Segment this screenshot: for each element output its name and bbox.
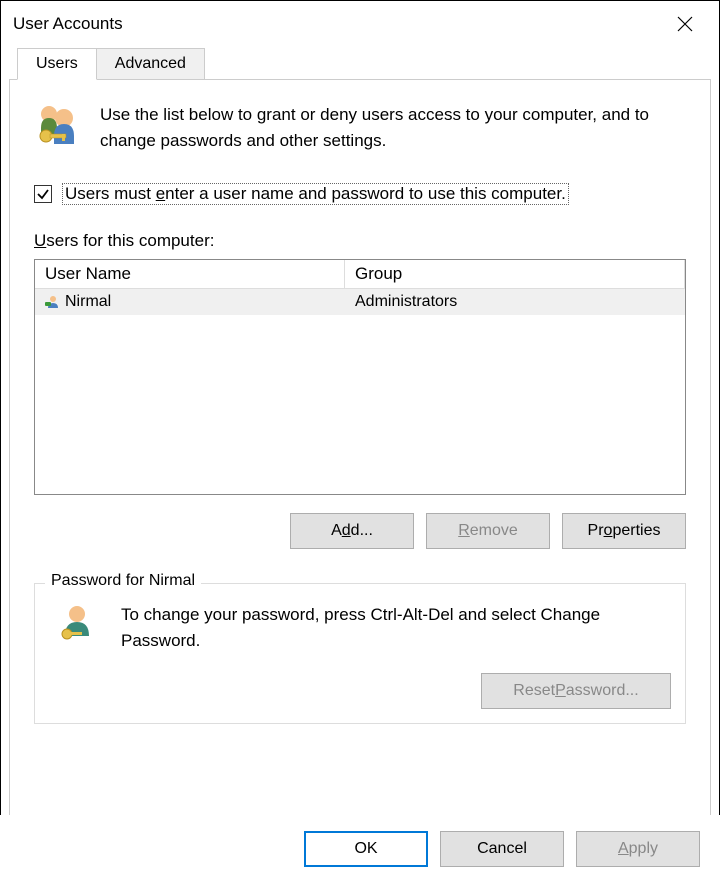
tab-users[interactable]: Users bbox=[17, 48, 97, 80]
checkmark-icon bbox=[36, 187, 50, 201]
title-bar: User Accounts bbox=[1, 1, 719, 47]
column-header-username[interactable]: User Name bbox=[35, 260, 345, 288]
close-button[interactable] bbox=[663, 8, 707, 40]
users-list-header: User Name Group bbox=[35, 260, 685, 289]
dialog-footer: OK Cancel Apply bbox=[0, 815, 720, 887]
properties-button[interactable]: Properties bbox=[562, 513, 686, 549]
table-row[interactable]: Nirmal Administrators bbox=[35, 289, 685, 315]
password-groupbox-label: Password for Nirmal bbox=[45, 572, 201, 590]
tab-strip: Users Advanced bbox=[9, 48, 711, 80]
must-enter-checkbox[interactable] bbox=[34, 185, 52, 203]
column-header-group[interactable]: Group bbox=[345, 260, 685, 288]
tab-advanced[interactable]: Advanced bbox=[96, 48, 205, 80]
close-icon bbox=[677, 16, 693, 32]
tab-content-users: Use the list below to grant or deny user… bbox=[9, 79, 711, 829]
cell-username: Nirmal bbox=[35, 291, 345, 313]
intro-text: Use the list below to grant or deny user… bbox=[100, 100, 686, 153]
add-button[interactable]: Add... bbox=[290, 513, 414, 549]
users-keys-icon bbox=[34, 100, 82, 148]
remove-button: Remove bbox=[426, 513, 550, 549]
cell-username-text: Nirmal bbox=[65, 293, 111, 311]
apply-button: Apply bbox=[576, 831, 700, 867]
users-list-label: Users for this computer: bbox=[34, 231, 686, 251]
user-key-icon bbox=[57, 602, 97, 642]
user-buttons-row: Add... Remove Properties bbox=[34, 513, 686, 549]
ok-button[interactable]: OK bbox=[304, 831, 428, 867]
user-icon bbox=[45, 294, 61, 310]
cancel-button[interactable]: Cancel bbox=[440, 831, 564, 867]
reset-password-button: Reset Password... bbox=[481, 673, 671, 709]
users-listview[interactable]: User Name Group Nirmal Administrators bbox=[34, 259, 686, 495]
password-groupbox: Password for Nirmal To change your passw… bbox=[34, 583, 686, 724]
must-enter-label: Users must enter a user name and passwor… bbox=[62, 183, 569, 205]
password-instruction-text: To change your password, press Ctrl-Alt-… bbox=[121, 602, 671, 655]
cell-group: Administrators bbox=[345, 291, 685, 313]
dialog-title: User Accounts bbox=[13, 14, 123, 34]
